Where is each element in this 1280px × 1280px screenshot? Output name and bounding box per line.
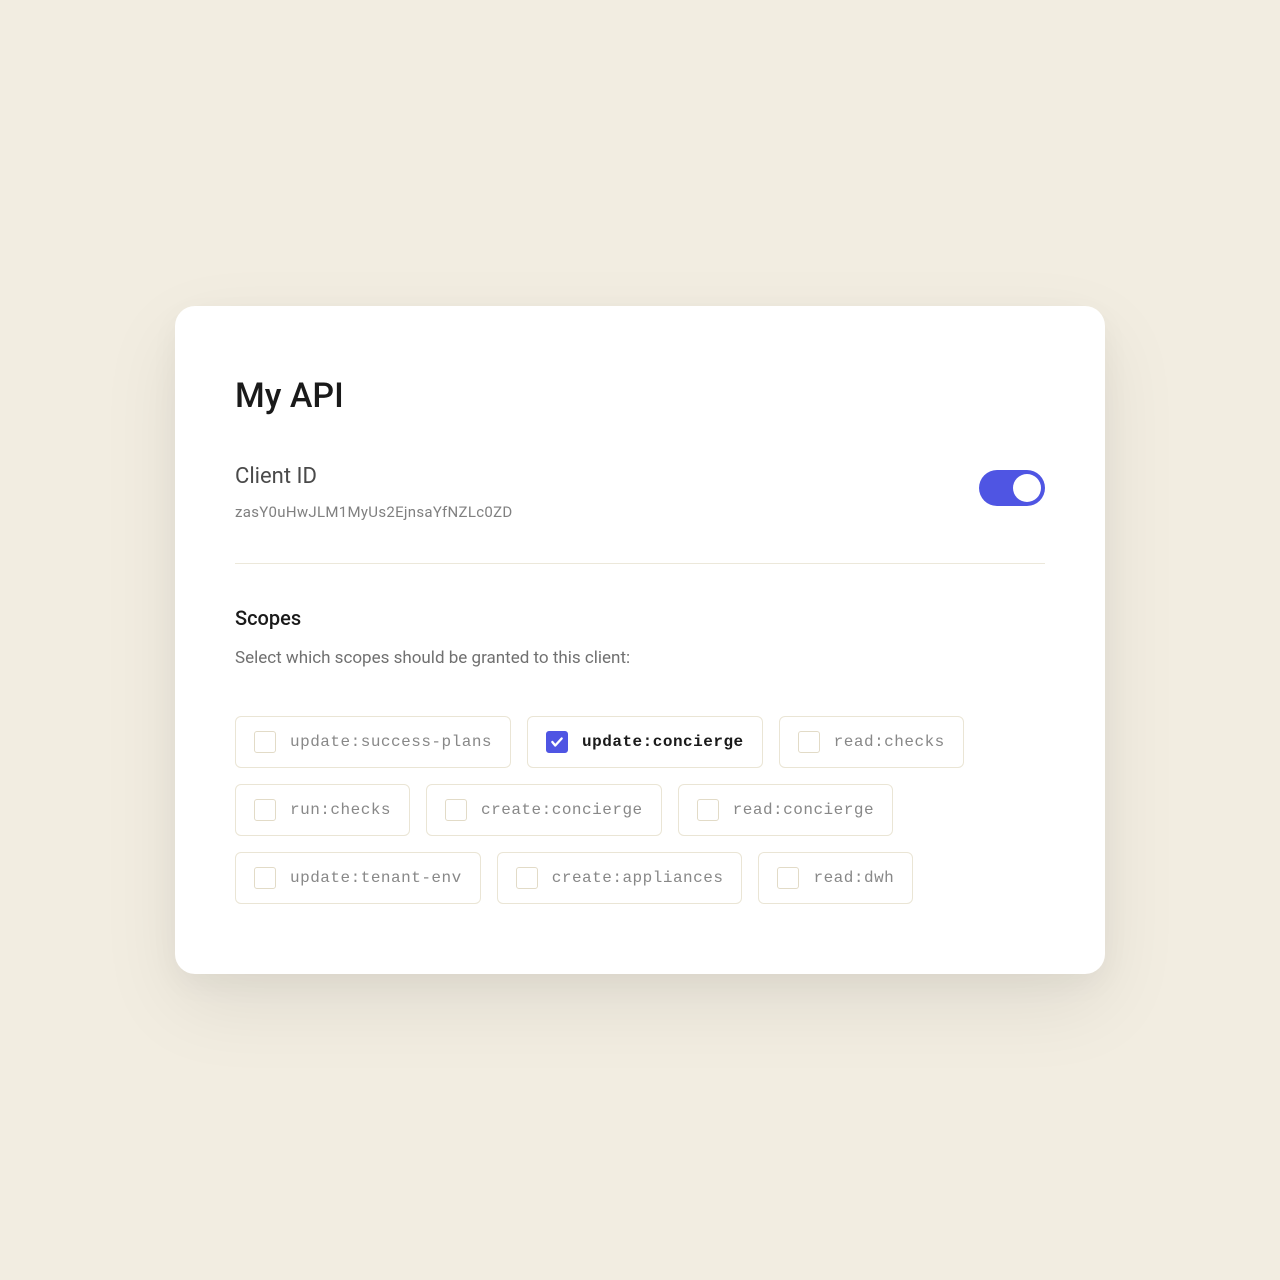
scope-label: update:concierge bbox=[582, 733, 744, 751]
divider bbox=[235, 563, 1045, 564]
scope-label: run:checks bbox=[290, 801, 391, 819]
api-settings-card: My API Client ID zasY0uHwJLM1MyUs2EjnsaY… bbox=[175, 306, 1105, 974]
scope-item-read-checks[interactable]: read:checks bbox=[779, 716, 964, 768]
scope-item-update-success-plans[interactable]: update:success-plans bbox=[235, 716, 511, 768]
scope-item-read-dwh[interactable]: read:dwh bbox=[758, 852, 913, 904]
scopes-heading: Scopes bbox=[235, 606, 1045, 630]
scope-item-update-concierge[interactable]: update:concierge bbox=[527, 716, 763, 768]
scope-label: read:concierge bbox=[733, 801, 874, 819]
client-id-row: Client ID zasY0uHwJLM1MyUs2EjnsaYfNZLc0Z… bbox=[235, 464, 1045, 521]
scope-label: create:appliances bbox=[552, 869, 724, 887]
scope-label: create:concierge bbox=[481, 801, 643, 819]
scope-checkbox[interactable] bbox=[516, 867, 538, 889]
scope-item-run-checks[interactable]: run:checks bbox=[235, 784, 410, 836]
client-id-info: Client ID zasY0uHwJLM1MyUs2EjnsaYfNZLc0Z… bbox=[235, 464, 979, 521]
scope-label: read:checks bbox=[834, 733, 945, 751]
scope-item-create-appliances[interactable]: create:appliances bbox=[497, 852, 743, 904]
scope-item-update-tenant-env[interactable]: update:tenant-env bbox=[235, 852, 481, 904]
toggle-knob bbox=[1013, 474, 1041, 502]
scope-checkbox[interactable] bbox=[254, 799, 276, 821]
scope-checkbox[interactable] bbox=[777, 867, 799, 889]
scope-checkbox[interactable] bbox=[445, 799, 467, 821]
scope-item-create-concierge[interactable]: create:concierge bbox=[426, 784, 662, 836]
page-title: My API bbox=[235, 376, 1045, 416]
scope-checkbox[interactable] bbox=[546, 731, 568, 753]
client-id-value: zasY0uHwJLM1MyUs2EjnsaYfNZLc0ZD bbox=[235, 503, 979, 521]
scope-checkbox[interactable] bbox=[254, 731, 276, 753]
scope-label: read:dwh bbox=[813, 869, 894, 887]
scope-label: update:success-plans bbox=[290, 733, 492, 751]
scope-checkbox[interactable] bbox=[697, 799, 719, 821]
scopes-description: Select which scopes should be granted to… bbox=[235, 648, 1045, 668]
scopes-grid: update:success-plans update:concierge read… bbox=[235, 716, 1045, 904]
scope-checkbox[interactable] bbox=[254, 867, 276, 889]
client-enabled-toggle[interactable] bbox=[979, 470, 1045, 506]
client-id-label: Client ID bbox=[235, 464, 979, 489]
scope-item-read-concierge[interactable]: read:concierge bbox=[678, 784, 893, 836]
scope-checkbox[interactable] bbox=[798, 731, 820, 753]
scope-label: update:tenant-env bbox=[290, 869, 462, 887]
